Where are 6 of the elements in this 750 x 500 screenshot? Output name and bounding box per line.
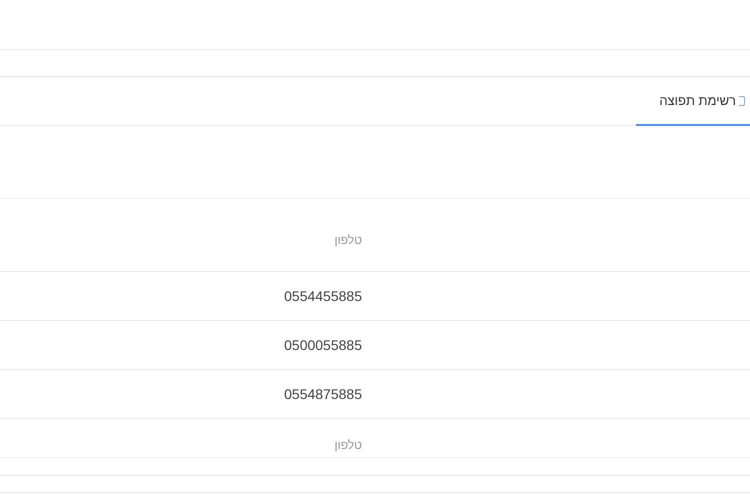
column-footer: טלפון bbox=[334, 436, 362, 454]
tab[interactable]: רשימת תפוצה bbox=[636, 77, 750, 126]
table-cell-text: 0554455885 bbox=[284, 286, 362, 306]
column-header: טלפון bbox=[334, 232, 362, 249]
table-cell-text: 0554875885 bbox=[284, 384, 362, 404]
table-cell-text: 0500055885 bbox=[284, 336, 362, 354]
